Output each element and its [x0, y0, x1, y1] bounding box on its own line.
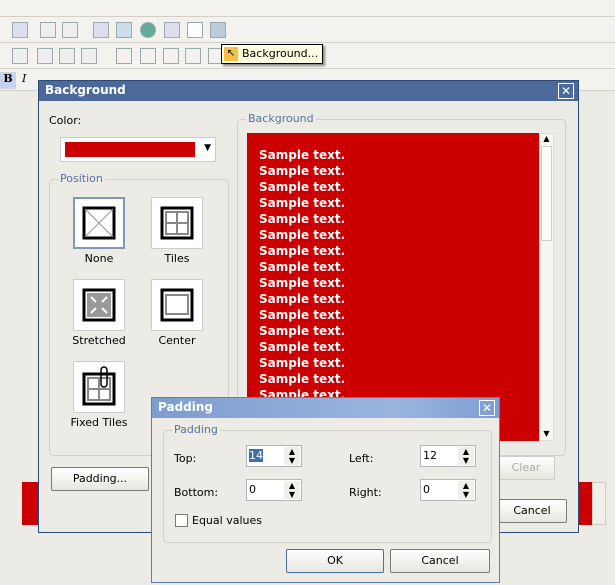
border-icon[interactable]: [185, 48, 201, 64]
group-label: Background: [246, 112, 316, 125]
left-label: Left:: [349, 452, 374, 465]
scroll-thumb[interactable]: [541, 146, 552, 241]
dialog-title: Background: [39, 81, 578, 101]
close-icon[interactable]: ✕: [479, 400, 495, 416]
position-tiles-label: Tiles: [164, 252, 190, 265]
undo-icon[interactable]: [40, 22, 56, 38]
right-value: 0: [423, 483, 430, 496]
position-fixed-tiles-label: Fixed Tiles: [70, 416, 128, 429]
position-tiles-button[interactable]: [151, 197, 203, 249]
position-fixed-tiles-button[interactable]: [73, 361, 125, 413]
ok-button[interactable]: OK: [286, 549, 384, 573]
right-input[interactable]: 0 ▲ ▼: [420, 479, 476, 501]
group-label: Position: [58, 172, 105, 185]
left-input[interactable]: 12 ▲ ▼: [420, 445, 476, 467]
border-icon[interactable]: [140, 48, 156, 64]
editor-background-left: [22, 482, 38, 525]
right-label: Right:: [349, 486, 382, 499]
scroll-down-icon[interactable]: ▼: [540, 429, 553, 438]
cancel-button[interactable]: Cancel: [497, 499, 567, 523]
cursor-icon: ↖: [224, 47, 238, 61]
redo-icon[interactable]: [62, 22, 78, 38]
menu-area: [0, 0, 615, 17]
color-label: Color:: [49, 114, 82, 127]
sample-text-line: Sample text.: [259, 340, 346, 354]
close-icon[interactable]: ✕: [558, 83, 574, 99]
border-icon[interactable]: [163, 48, 179, 64]
sample-text-line: Sample text.: [259, 228, 346, 242]
sample-text-line: Sample text.: [259, 356, 346, 370]
spinner-icon[interactable]: ▲ ▼: [284, 481, 300, 499]
top-input[interactable]: 14 ▲ ▼: [246, 445, 302, 467]
padding-button[interactable]: Padding...: [51, 467, 149, 491]
link-icon[interactable]: [140, 22, 156, 38]
color-dropdown[interactable]: ▼: [60, 137, 216, 162]
sample-text-line: Sample text.: [259, 164, 346, 178]
chevron-down-icon: ▼: [204, 143, 211, 153]
background-icon[interactable]: [210, 22, 226, 38]
border-icon[interactable]: [116, 48, 132, 64]
sample-text-line: Sample text.: [259, 212, 346, 226]
sample-text-line: Sample text.: [259, 276, 346, 290]
italic-button[interactable]: I: [22, 72, 26, 85]
align-bottom-icon[interactable]: [81, 48, 97, 64]
sample-text-line: Sample text.: [259, 260, 346, 274]
bottom-label: Bottom:: [174, 486, 219, 499]
top-label: Top:: [174, 452, 197, 465]
sample-text-line: Sample text.: [259, 148, 346, 162]
position-none-button[interactable]: [73, 197, 125, 249]
table-icon[interactable]: [116, 22, 132, 38]
position-center-label: Center: [158, 334, 196, 347]
preview-scrollbar[interactable]: ▲ ▼: [539, 133, 554, 441]
position-stretched-label: Stretched: [72, 334, 126, 347]
tooltip: ↖ Background...: [221, 44, 324, 64]
spinner-icon[interactable]: ▲ ▼: [284, 447, 300, 465]
sample-text-line: Sample text.: [259, 292, 346, 306]
sample-text-line: Sample text.: [259, 308, 346, 322]
sample-text-line: Sample text.: [259, 372, 346, 386]
sample-text-line: Sample text.: [259, 180, 346, 194]
align-top-icon[interactable]: [37, 48, 53, 64]
scroll-up-icon[interactable]: ▲: [540, 134, 553, 143]
dialog-title: Padding: [152, 398, 499, 418]
position-stretched-button[interactable]: [73, 279, 125, 331]
equal-values-checkbox[interactable]: [175, 514, 188, 527]
paragraph-icon[interactable]: [187, 22, 203, 38]
bottom-input[interactable]: 0 ▲ ▼: [246, 479, 302, 501]
clear-button[interactable]: Clear: [497, 456, 555, 480]
left-value: 12: [423, 449, 437, 462]
toolbar-row-1: [0, 17, 615, 43]
sample-text-line: Sample text.: [259, 196, 346, 210]
color-swatch: [65, 142, 195, 157]
paste-icon[interactable]: [12, 22, 28, 38]
padding-dialog: Padding ✕ Padding Top: 14 ▲ ▼ Left: 12 ▲ ▼ B…: [151, 397, 500, 583]
position-none-label: None: [84, 252, 114, 265]
spinner-icon[interactable]: ▲ ▼: [458, 447, 474, 465]
top-value: 14: [249, 449, 263, 462]
editor-background-right: [578, 482, 592, 525]
background-preview: Sample text. Sample text. Sample text. Samp…: [247, 133, 539, 441]
bold-button[interactable]: B: [0, 72, 16, 89]
sample-text-line: Sample text.: [259, 324, 346, 338]
sample-text-line: Sample text.: [259, 244, 346, 258]
position-center-button[interactable]: [151, 279, 203, 331]
cell-props-icon[interactable]: [12, 48, 28, 64]
equal-values-label: Equal values: [192, 514, 262, 527]
anchor-icon[interactable]: [164, 22, 180, 38]
align-middle-icon[interactable]: [59, 48, 75, 64]
tooltip-text: Background...: [242, 47, 319, 60]
group-label: Padding: [172, 423, 220, 436]
editor-scrollbar[interactable]: [592, 482, 606, 525]
cancel-button[interactable]: Cancel: [390, 549, 490, 573]
spinner-icon[interactable]: ▲ ▼: [458, 481, 474, 499]
image-icon[interactable]: [93, 22, 109, 38]
bottom-value: 0: [249, 483, 256, 496]
